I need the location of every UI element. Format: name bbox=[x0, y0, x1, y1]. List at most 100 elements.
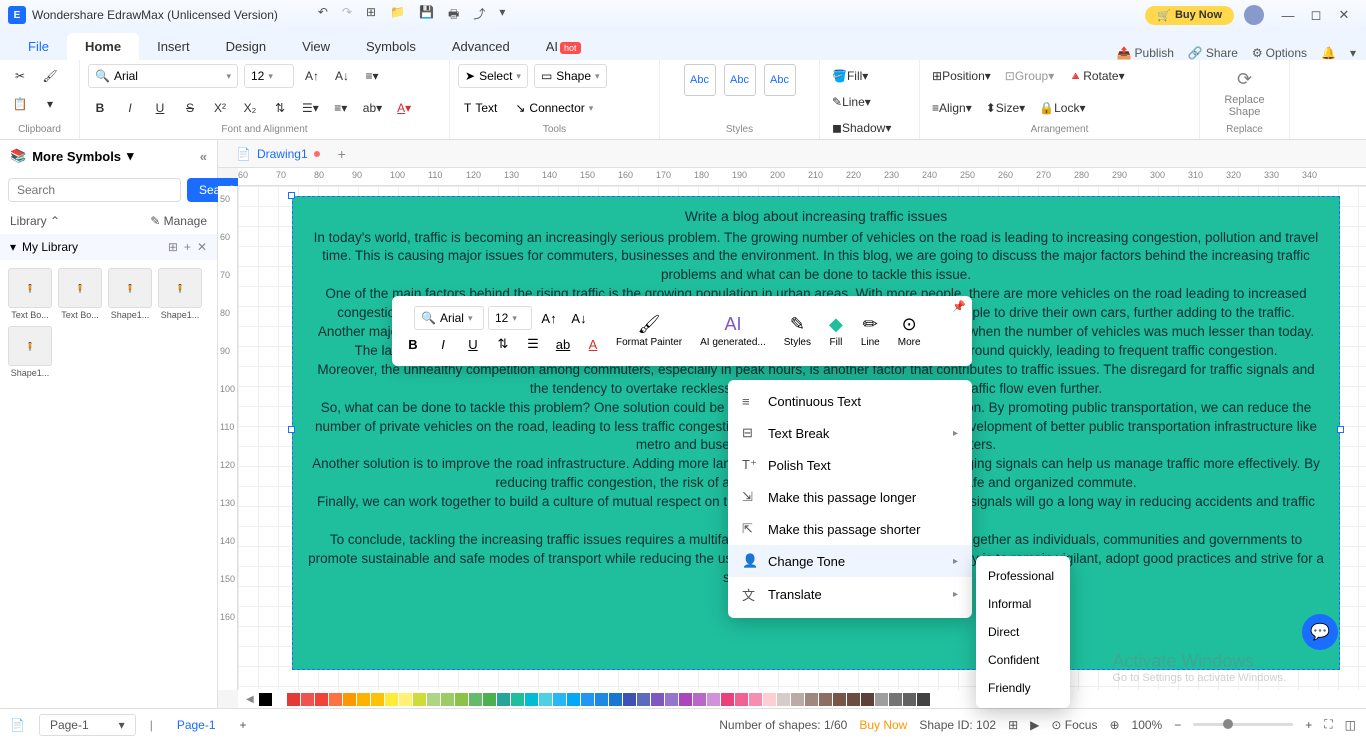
color-swatch[interactable] bbox=[623, 693, 636, 706]
library-thumb[interactable]: 🧍Text Bo... bbox=[58, 268, 102, 320]
color-swatch[interactable] bbox=[567, 693, 580, 706]
color-swatch[interactable] bbox=[441, 693, 454, 706]
resize-handle[interactable] bbox=[288, 192, 295, 199]
add-page-button[interactable]: + bbox=[240, 718, 247, 732]
color-swatch[interactable] bbox=[301, 693, 314, 706]
color-swatch[interactable] bbox=[693, 693, 706, 706]
export-icon[interactable]: ⤴ bbox=[473, 5, 485, 26]
text-tool[interactable]: T Text bbox=[458, 96, 503, 120]
menu-advanced[interactable]: Advanced bbox=[434, 33, 528, 60]
color-swatch[interactable] bbox=[427, 693, 440, 706]
copy-icon[interactable]: 📋 bbox=[8, 92, 32, 116]
font-size-combo[interactable]: 12▾ bbox=[244, 64, 294, 88]
color-swatch[interactable] bbox=[833, 693, 846, 706]
float-decfont-icon[interactable]: A↓ bbox=[566, 306, 592, 330]
float-bold-icon[interactable]: B bbox=[400, 332, 426, 356]
float-size-combo[interactable]: 12▾ bbox=[488, 306, 532, 330]
float-more-button[interactable]: ⊙More bbox=[890, 310, 929, 352]
menu-text-break[interactable]: ⊟Text Break▸ bbox=[728, 417, 972, 449]
resize-handle[interactable] bbox=[1337, 426, 1344, 433]
color-swatch[interactable] bbox=[385, 693, 398, 706]
library-thumb[interactable]: 🧍Shape1... bbox=[158, 268, 202, 320]
menu-continuous-text[interactable]: ≡Continuous Text bbox=[728, 386, 972, 417]
color-swatch[interactable] bbox=[581, 693, 594, 706]
bold-icon[interactable]: B bbox=[88, 96, 112, 120]
superscript-icon[interactable]: X² bbox=[208, 96, 232, 120]
fit-icon[interactable]: ⊕ bbox=[1109, 718, 1119, 732]
close-button[interactable]: ✕ bbox=[1330, 7, 1358, 23]
float-underline-icon[interactable]: U bbox=[460, 332, 486, 356]
more-qaction-icon[interactable]: ▾ bbox=[499, 5, 505, 26]
color-swatch[interactable] bbox=[903, 693, 916, 706]
color-swatch[interactable] bbox=[805, 693, 818, 706]
color-swatch[interactable] bbox=[287, 693, 300, 706]
library-thumb[interactable]: 🧍Text Bo... bbox=[8, 268, 52, 320]
color-swatch[interactable] bbox=[371, 693, 384, 706]
style-preset-3[interactable]: Abc bbox=[764, 64, 796, 96]
increase-font-icon[interactable]: A↑ bbox=[300, 64, 324, 88]
color-swatch[interactable] bbox=[273, 693, 286, 706]
focus-button[interactable]: ⊙ Focus bbox=[1051, 718, 1097, 732]
numbering-icon[interactable]: ≡▾ bbox=[329, 96, 353, 120]
color-swatch[interactable] bbox=[539, 693, 552, 706]
decrease-font-icon[interactable]: A↓ bbox=[330, 64, 354, 88]
status-buy-now[interactable]: Buy Now bbox=[859, 718, 907, 732]
color-swatch[interactable] bbox=[469, 693, 482, 706]
print-icon[interactable]: 🖶 bbox=[448, 5, 459, 26]
strikethrough-icon[interactable]: S bbox=[178, 96, 202, 120]
redo-icon[interactable]: ↷ bbox=[342, 5, 352, 26]
color-swatch[interactable] bbox=[455, 693, 468, 706]
tone-direct[interactable]: Direct bbox=[976, 618, 1070, 646]
float-fontcolor-icon[interactable]: A bbox=[580, 332, 606, 356]
zoom-slider[interactable] bbox=[1193, 723, 1293, 726]
pin-icon[interactable]: 📌 bbox=[952, 300, 966, 313]
menu-symbols[interactable]: Symbols bbox=[348, 33, 434, 60]
color-swatch[interactable] bbox=[763, 693, 776, 706]
publish-button[interactable]: 📤 Publish bbox=[1117, 46, 1174, 60]
fullscreen-icon[interactable]: ⛶ bbox=[1324, 717, 1332, 732]
new-icon[interactable]: ⊞ bbox=[366, 5, 376, 26]
color-swatch[interactable] bbox=[525, 693, 538, 706]
fill-button[interactable]: 🪣 Fill▾ bbox=[828, 64, 872, 88]
menu-view[interactable]: View bbox=[284, 33, 348, 60]
open-icon[interactable]: 📁 bbox=[390, 5, 405, 26]
line-button[interactable]: ✎ Line▾ bbox=[828, 90, 875, 114]
notification-icon[interactable]: 🔔 bbox=[1321, 46, 1336, 60]
color-swatch[interactable] bbox=[665, 693, 678, 706]
underline-icon[interactable]: U bbox=[148, 96, 172, 120]
layers-icon[interactable]: ⊞ bbox=[1008, 718, 1018, 732]
color-swatch[interactable] bbox=[357, 693, 370, 706]
color-swatch[interactable] bbox=[875, 693, 888, 706]
color-swatch[interactable] bbox=[595, 693, 608, 706]
color-swatch[interactable] bbox=[315, 693, 328, 706]
manage-link[interactable]: ✎ Manage bbox=[150, 214, 207, 228]
color-swatch[interactable] bbox=[637, 693, 650, 706]
color-swatch[interactable] bbox=[777, 693, 790, 706]
align-button[interactable]: ≡ Align▾ bbox=[928, 96, 976, 120]
color-swatch[interactable] bbox=[917, 693, 930, 706]
float-fill-button[interactable]: ◆Fill bbox=[821, 310, 851, 352]
paste-icon[interactable]: ▾ bbox=[38, 92, 62, 116]
menu-change-tone[interactable]: 👤Change Tone▸ bbox=[728, 545, 972, 577]
close-section-icon[interactable]: ✕ bbox=[197, 240, 207, 254]
color-swatch[interactable] bbox=[861, 693, 874, 706]
color-swatch[interactable] bbox=[707, 693, 720, 706]
color-swatch[interactable] bbox=[609, 693, 622, 706]
symbol-search-input[interactable] bbox=[8, 178, 181, 202]
shape-tool[interactable]: ▭ Shape▾ bbox=[534, 64, 607, 88]
float-highlight-icon[interactable]: ab bbox=[550, 332, 576, 356]
panels-icon[interactable]: ◫ bbox=[1345, 718, 1356, 732]
document-tab[interactable]: 📄 Drawing1 bbox=[226, 143, 330, 165]
minimize-button[interactable]: — bbox=[1274, 8, 1302, 23]
tone-confident[interactable]: Confident bbox=[976, 646, 1070, 674]
color-swatch[interactable] bbox=[651, 693, 664, 706]
shadow-button[interactable]: ◼ Shadow▾ bbox=[828, 116, 895, 140]
buy-now-button[interactable]: 🛒 Buy Now bbox=[1145, 6, 1234, 25]
presentation-icon[interactable]: ▶ bbox=[1030, 718, 1039, 732]
color-swatch[interactable] bbox=[553, 693, 566, 706]
float-line-button[interactable]: ✏Line bbox=[853, 310, 888, 352]
color-nav-left-icon[interactable]: ◀ bbox=[242, 694, 258, 705]
menu-design[interactable]: Design bbox=[208, 33, 284, 60]
tone-informal[interactable]: Informal bbox=[976, 590, 1070, 618]
color-swatch[interactable] bbox=[735, 693, 748, 706]
